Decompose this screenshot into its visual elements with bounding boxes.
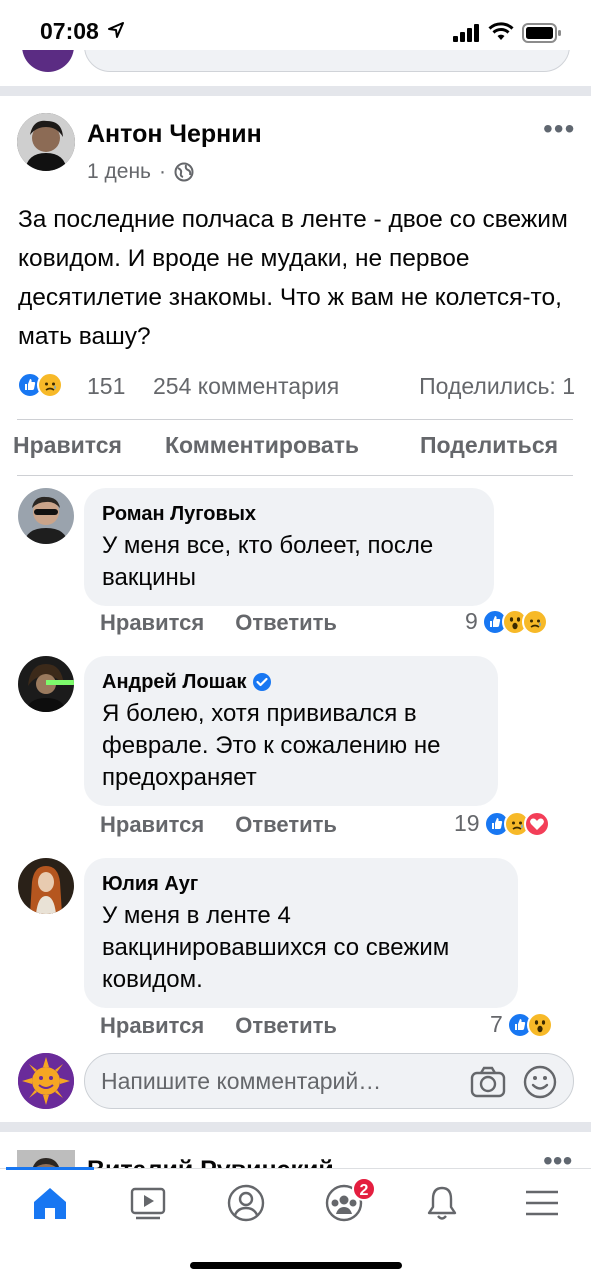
next-post-author[interactable]: Виталий Рувинский (87, 1155, 334, 1169)
love-icon (523, 810, 550, 837)
comment-actions: Нравится Ответить (100, 812, 362, 838)
meta-dot: · (158, 160, 166, 183)
reactions-count[interactable]: 151 (87, 373, 125, 400)
comment-author[interactable]: Юлия Ауг (102, 870, 500, 898)
wow-icon (526, 1011, 553, 1038)
divider (17, 419, 573, 420)
comment-actions: Нравится Ответить (100, 610, 362, 636)
comment-like-button[interactable]: Нравится (100, 812, 204, 837)
avatar (22, 50, 74, 72)
battery-icon (522, 23, 561, 43)
camera-icon[interactable] (470, 1066, 506, 1098)
comment-author[interactable]: Андрей Лошак (102, 668, 480, 696)
comment-bubble[interactable]: Юлия Ауг У меня в ленте 4 вакцинировавши… (84, 858, 518, 1008)
status-time: 07:08 (40, 18, 99, 44)
post-actions: Нравится Комментировать Поделиться (0, 432, 591, 464)
comment-author-name[interactable]: Андрей Лошак (102, 668, 246, 696)
comment-input-placeholder: Напишите комментарий… (101, 1068, 382, 1094)
comment-reactions[interactable]: 9 (465, 608, 548, 635)
comment-avatar[interactable] (18, 656, 74, 712)
verified-badge-icon (253, 673, 272, 691)
home-indicator (190, 1262, 402, 1269)
watch-icon[interactable] (126, 1183, 170, 1223)
comment-bubble[interactable]: Андрей Лошак Я болею, хотя прививался в … (84, 656, 498, 806)
divider (17, 475, 573, 476)
post-author-name[interactable]: Антон Чернин (87, 120, 262, 149)
profile-icon[interactable] (224, 1183, 268, 1223)
comment-avatar[interactable] (18, 858, 74, 914)
shares-count[interactable]: Поделились: 1 (419, 373, 575, 400)
post-author-avatar[interactable] (17, 113, 75, 171)
notifications-icon[interactable] (420, 1183, 464, 1223)
menu-icon[interactable] (520, 1183, 564, 1223)
reactions-summary[interactable] (17, 372, 63, 398)
current-user-avatar[interactable] (18, 1053, 74, 1109)
previous-post-comment-row (0, 50, 591, 80)
post-options-icon[interactable]: ••• (543, 1154, 572, 1166)
comment-text: Я болею, хотя прививался в феврале. Это … (102, 700, 441, 791)
comment-input[interactable] (84, 50, 570, 72)
post-engagement-summary: 151 254 комментария Поделились: 1 (17, 370, 577, 404)
active-tab-indicator (6, 1167, 94, 1170)
feed-separator (0, 86, 591, 96)
location-arrow-icon (108, 22, 124, 38)
groups-notification-badge: 2 (352, 1177, 376, 1201)
post-options-icon[interactable]: ••• (543, 115, 575, 143)
comment-author[interactable]: Роман Луговых (102, 500, 476, 528)
comment-text: У меня в ленте 4 вакцинировавшихся со св… (102, 902, 450, 993)
comment-author-name[interactable]: Роман Луговых (102, 500, 256, 528)
comment-reaction-count: 9 (465, 608, 478, 634)
comment-reactions[interactable]: 19 (454, 810, 550, 837)
emoji-icon[interactable] (523, 1065, 557, 1099)
comment-avatar[interactable] (18, 488, 74, 544)
comments-count[interactable]: 254 комментария (153, 373, 339, 400)
comment-bubble[interactable]: Роман Луговых У меня все, кто болеет, по… (84, 488, 494, 606)
wifi-icon (488, 22, 514, 40)
sad-icon (521, 608, 548, 635)
comment-reply-button[interactable]: Ответить (235, 1013, 337, 1038)
sad-icon (37, 372, 63, 398)
post-text: За последние полчаса в ленте - двое со с… (18, 206, 568, 350)
comment-reply-button[interactable]: Ответить (235, 610, 337, 635)
comment-input[interactable]: Напишите комментарий… (84, 1053, 574, 1109)
share-button[interactable]: Поделиться (420, 432, 558, 459)
comment-like-button[interactable]: Нравится (100, 610, 204, 635)
comment-reaction-count: 19 (454, 810, 480, 836)
comment-like-button[interactable]: Нравится (100, 1013, 204, 1038)
like-button[interactable]: Нравится (13, 432, 122, 459)
comment-author-name[interactable]: Юлия Ауг (102, 870, 198, 898)
feed-separator (0, 1122, 591, 1132)
comment-actions: Нравится Ответить (100, 1013, 362, 1039)
post-meta: 1 день · (87, 160, 194, 184)
comment-text: У меня все, кто болеет, после вакцины (102, 532, 434, 591)
comment-button[interactable]: Комментировать (165, 432, 359, 459)
home-icon[interactable] (28, 1183, 72, 1223)
comment-reactions[interactable]: 7 (490, 1011, 553, 1038)
globe-icon (174, 162, 194, 182)
comment-reply-button[interactable]: Ответить (235, 812, 337, 837)
comment-reaction-count: 7 (490, 1011, 503, 1037)
post-age[interactable]: 1 день (87, 160, 151, 184)
cellular-signal-icon (453, 24, 479, 42)
